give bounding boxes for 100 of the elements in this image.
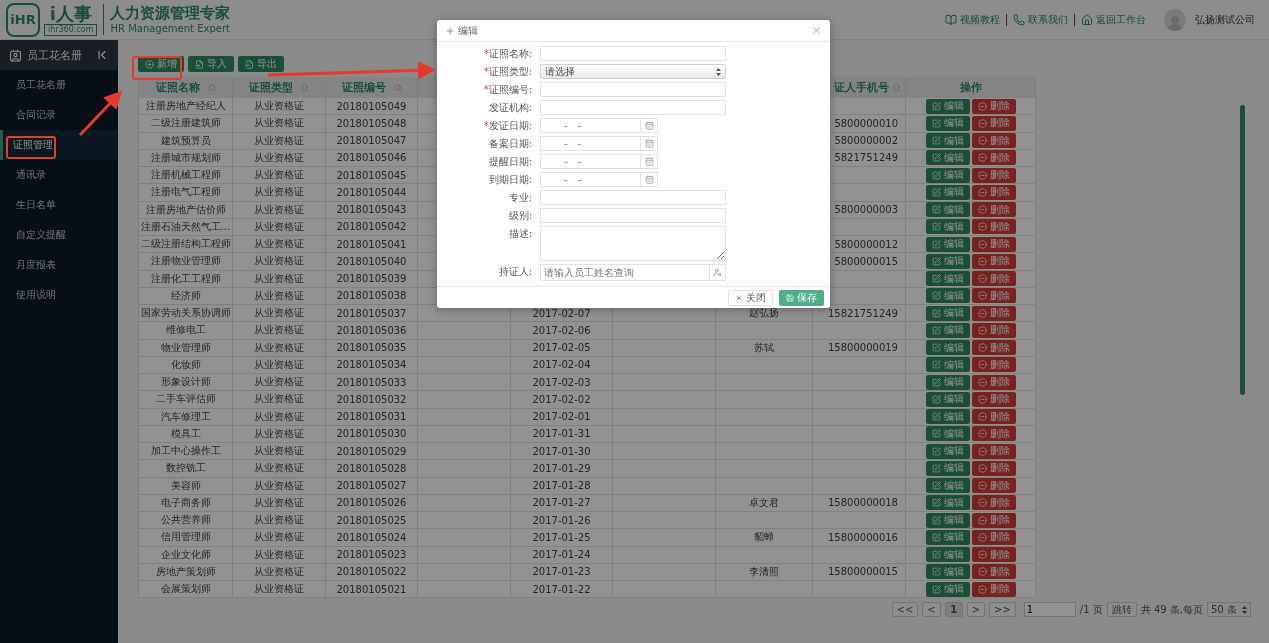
calendar-button[interactable] <box>641 154 658 169</box>
text-field[interactable] <box>540 190 726 205</box>
first-page-button[interactable]: << <box>891 602 919 618</box>
edit-button[interactable]: 编辑 <box>925 391 970 407</box>
delete-button[interactable]: 删除 <box>971 529 1016 545</box>
next-page-button[interactable]: > <box>966 602 986 618</box>
edit-button[interactable]: 编辑 <box>925 529 970 545</box>
delete-button[interactable]: 删除 <box>971 547 1016 563</box>
delete-button[interactable]: 删除 <box>971 581 1016 597</box>
delete-button[interactable]: 删除 <box>971 184 1016 200</box>
edit-button[interactable]: 编辑 <box>925 495 970 511</box>
edit-button[interactable]: 编辑 <box>925 322 970 338</box>
page-size-select[interactable]: 50 条 <box>1207 602 1251 618</box>
sidebar-item[interactable]: 证照管理 <box>0 130 118 160</box>
close-button[interactable]: 关闭 <box>728 289 773 306</box>
edit-button[interactable]: 编辑 <box>925 564 970 580</box>
import-button[interactable]: 导入 <box>188 56 234 72</box>
delete-button[interactable]: 删除 <box>971 443 1016 459</box>
edit-button[interactable]: 编辑 <box>925 443 970 459</box>
edit-button[interactable]: 编辑 <box>925 547 970 563</box>
delete-button[interactable]: 删除 <box>971 98 1016 114</box>
delete-button[interactable]: 删除 <box>971 288 1016 304</box>
delete-button[interactable]: 删除 <box>971 253 1016 269</box>
save-button[interactable]: 保存 <box>779 289 824 306</box>
delete-button[interactable]: 删除 <box>971 495 1016 511</box>
header-link[interactable]: 联系我们 <box>1013 12 1068 27</box>
delete-button[interactable]: 删除 <box>971 357 1016 373</box>
text-field[interactable] <box>540 46 726 61</box>
delete-button[interactable]: 删除 <box>971 460 1016 476</box>
delete-button[interactable]: 删除 <box>971 374 1016 390</box>
description-field[interactable] <box>540 226 726 261</box>
header-link[interactable]: 返回工作台 <box>1081 12 1146 27</box>
delete-button[interactable]: 删除 <box>971 322 1016 338</box>
delete-button[interactable]: 删除 <box>971 115 1016 131</box>
delete-button[interactable]: 删除 <box>971 202 1016 218</box>
delete-button[interactable]: 删除 <box>971 133 1016 149</box>
page-input[interactable]: 1 <box>1023 602 1076 618</box>
calendar-button[interactable] <box>641 172 658 187</box>
delete-button[interactable]: 删除 <box>971 426 1016 442</box>
delete-button[interactable]: 删除 <box>971 271 1016 287</box>
edit-button[interactable]: 编辑 <box>925 167 970 183</box>
edit-button[interactable]: 编辑 <box>925 219 970 235</box>
sidebar-item[interactable]: 通讯录 <box>0 160 118 190</box>
date-field[interactable]: ____-__-__ <box>540 154 641 169</box>
edit-button[interactable]: 编辑 <box>925 288 970 304</box>
close-icon[interactable] <box>811 25 822 36</box>
sidebar-item[interactable]: 合同记录 <box>0 100 118 130</box>
edit-button[interactable]: 编辑 <box>925 374 970 390</box>
date-field[interactable]: ____-__-__ <box>540 172 641 187</box>
text-field[interactable] <box>540 82 726 97</box>
edit-button[interactable]: 编辑 <box>925 460 970 476</box>
edit-button[interactable]: 编辑 <box>925 253 970 269</box>
edit-button[interactable]: 编辑 <box>925 581 970 597</box>
edit-button[interactable]: 编辑 <box>925 478 970 494</box>
sidebar-item[interactable]: 月度报表 <box>0 250 118 280</box>
edit-button[interactable]: 编辑 <box>925 150 970 166</box>
delete-button[interactable]: 删除 <box>971 150 1016 166</box>
type-select[interactable]: 请选择 <box>540 64 726 79</box>
edit-button[interactable]: 编辑 <box>925 98 970 114</box>
delete-button[interactable]: 删除 <box>971 167 1016 183</box>
holder-field[interactable]: 请输入员工姓名查询 <box>540 264 710 281</box>
calendar-button[interactable] <box>641 136 658 151</box>
edit-button[interactable]: 编辑 <box>925 409 970 425</box>
delete-button[interactable]: 删除 <box>971 512 1016 528</box>
sidebar-item[interactable]: 员工花名册 <box>0 70 118 100</box>
sidebar-item[interactable]: 自定义提醒 <box>0 220 118 250</box>
edit-button[interactable]: 编辑 <box>925 202 970 218</box>
delete-button[interactable]: 删除 <box>971 391 1016 407</box>
edit-button[interactable]: 编辑 <box>925 271 970 287</box>
delete-button[interactable]: 删除 <box>971 219 1016 235</box>
edit-button[interactable]: 编辑 <box>925 512 970 528</box>
delete-button[interactable]: 删除 <box>971 409 1016 425</box>
edit-button[interactable]: 编辑 <box>925 184 970 200</box>
edit-button[interactable]: 编辑 <box>925 426 970 442</box>
delete-button[interactable]: 删除 <box>971 305 1016 321</box>
text-field[interactable] <box>540 100 726 115</box>
delete-button[interactable]: 删除 <box>971 564 1016 580</box>
edit-button[interactable]: 编辑 <box>925 236 970 252</box>
edit-button[interactable]: 编辑 <box>925 115 970 131</box>
jump-button[interactable]: 跳转 <box>1106 602 1137 618</box>
header-link[interactable]: 视频教程 <box>945 12 1000 27</box>
edit-button[interactable]: 编辑 <box>925 305 970 321</box>
delete-button[interactable]: 删除 <box>971 478 1016 494</box>
export-button[interactable]: 导出 <box>238 56 284 72</box>
collapse-icon[interactable] <box>95 48 109 62</box>
calendar-button[interactable] <box>641 118 658 133</box>
text-field[interactable] <box>540 208 726 223</box>
prev-page-button[interactable]: < <box>922 602 941 618</box>
edit-button[interactable]: 编辑 <box>925 357 970 373</box>
sidebar-item[interactable]: 使用说明 <box>0 280 118 310</box>
delete-button[interactable]: 删除 <box>971 236 1016 252</box>
edit-button[interactable]: 编辑 <box>925 340 970 356</box>
user-search-button[interactable] <box>710 264 726 281</box>
delete-button[interactable]: 删除 <box>971 340 1016 356</box>
date-field[interactable]: ____-__-__ <box>540 136 641 151</box>
date-field[interactable]: ____-__-__ <box>540 118 641 133</box>
last-page-button[interactable]: >> <box>989 602 1016 618</box>
sidebar-item[interactable]: 生日名单 <box>0 190 118 220</box>
edit-button[interactable]: 编辑 <box>925 133 970 149</box>
page-button[interactable]: 1 <box>944 602 963 618</box>
